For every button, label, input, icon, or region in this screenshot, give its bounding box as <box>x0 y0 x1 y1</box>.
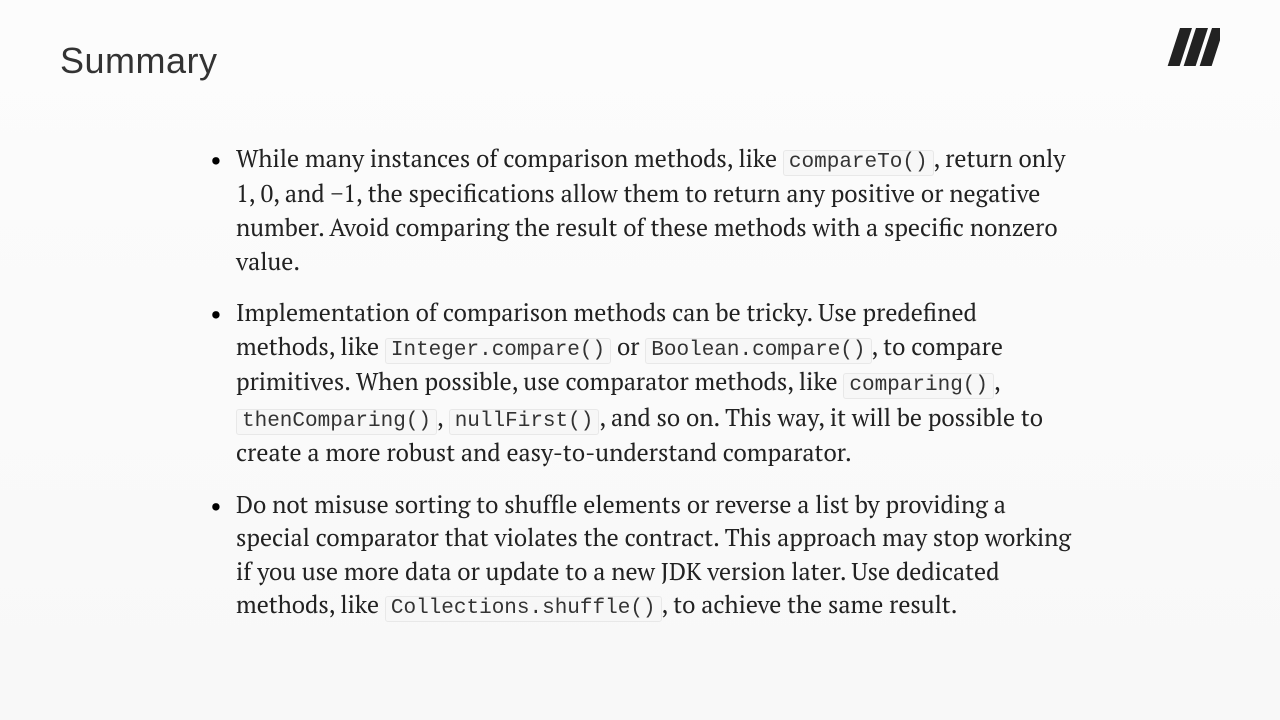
list-item: Implementation of comparison methods can… <box>210 296 1080 469</box>
code-snippet: Integer.compare() <box>385 338 611 364</box>
page-title: Summary <box>60 40 1220 82</box>
code-snippet: thenComparing() <box>236 409 437 435</box>
list-item: While many instances of comparison metho… <box>210 142 1080 278</box>
content-area: While many instances of comparison metho… <box>210 142 1080 624</box>
text-span: , to achieve the same result. <box>662 588 958 620</box>
slide: Summary While many instances of comparis… <box>0 0 1280 720</box>
publisher-logo-icon <box>1166 28 1220 66</box>
text-span: or <box>611 330 645 362</box>
bullet-list: While many instances of comparison metho… <box>210 142 1080 624</box>
code-snippet: comparing() <box>843 373 994 399</box>
code-snippet: nullFirst() <box>449 409 600 435</box>
code-snippet: Collections.shuffle() <box>385 596 662 622</box>
text-span: , <box>437 401 449 433</box>
text-span: , <box>994 365 1000 397</box>
list-item: Do not misuse sorting to shuffle element… <box>210 488 1080 624</box>
code-snippet: compareTo() <box>783 150 934 176</box>
text-span: While many instances of comparison metho… <box>236 142 783 174</box>
code-snippet: Boolean.compare() <box>645 338 871 364</box>
